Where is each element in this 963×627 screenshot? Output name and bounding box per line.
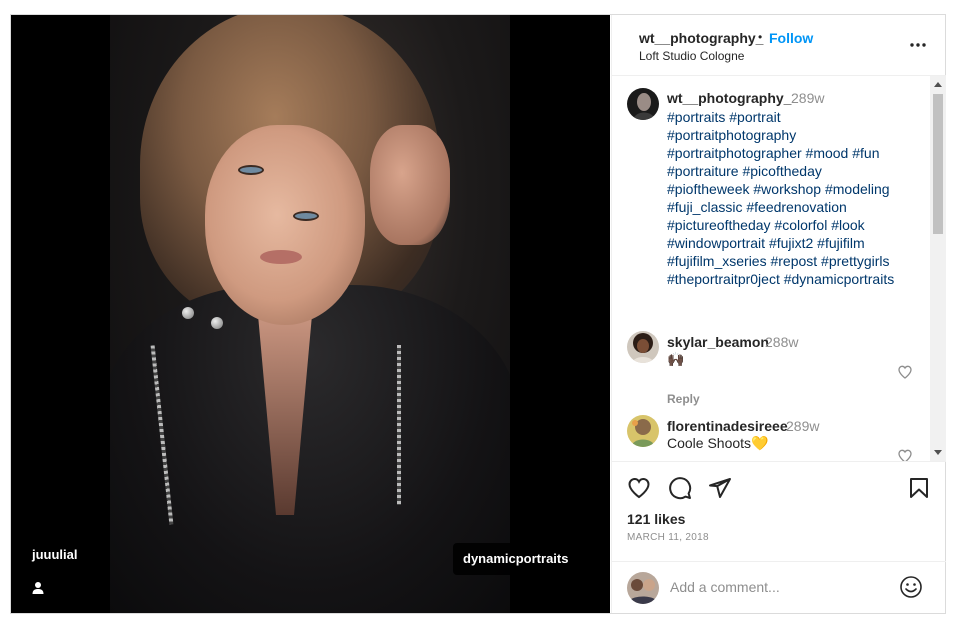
scrollbar-thumb[interactable] [933, 94, 943, 234]
post-modal: juuulial dynamicportraits wt__photograph… [10, 14, 946, 614]
tagged-user-icon[interactable] [31, 581, 45, 595]
share-send-icon[interactable] [708, 476, 732, 500]
hashtag-line[interactable]: #pictureoftheday #colorfol #look [667, 216, 917, 234]
separator-dot: • [758, 30, 763, 44]
hashtag-line[interactable]: #portraits #portrait [667, 108, 917, 126]
post-photo [110, 15, 510, 613]
hashtag-line[interactable]: #portraiture #picoftheday [667, 162, 917, 180]
hashtag-line[interactable]: #portraitphotography [667, 126, 917, 144]
add-comment-input[interactable] [670, 576, 890, 598]
post-media[interactable]: juuulial dynamicportraits [11, 15, 610, 613]
comment-text: 🙌🏿 [667, 351, 685, 367]
post-header: wt__photography_ • Follow Loft Studio Co… [612, 15, 946, 76]
post-date[interactable]: MARCH 11, 2018 [627, 532, 709, 543]
emoji-icon[interactable] [899, 575, 923, 599]
comment-time[interactable]: 289w [786, 418, 819, 434]
comments-list[interactable]: wt__photography_ 289w #portraits #portra… [612, 76, 946, 461]
comment-like-icon[interactable] [897, 364, 913, 380]
scroll-down-arrow-icon[interactable] [934, 450, 942, 455]
hashtag-line[interactable]: #fujifilm_xseries #repost #prettygirls [667, 252, 917, 270]
comment-username[interactable]: skylar_beamon [667, 334, 769, 350]
comment-username[interactable]: florentinadesireee [667, 418, 788, 434]
comment-text: Coole Shoots💛 [667, 435, 769, 451]
post-sidebar: wt__photography_ • Follow Loft Studio Co… [611, 15, 946, 613]
comment-time[interactable]: 288w [765, 334, 798, 350]
more-options-icon[interactable] [908, 35, 928, 55]
hashtag-line[interactable]: #portraitphotographer #mood #fun [667, 144, 917, 162]
user-tag-juuulial[interactable]: juuulial [32, 547, 78, 562]
current-user-avatar [627, 572, 659, 604]
comment-bubble-icon[interactable] [668, 476, 692, 500]
comments-scrollbar[interactable] [930, 76, 946, 461]
reply-button[interactable]: Reply [667, 392, 700, 406]
like-count[interactable]: 121 likes [627, 511, 685, 527]
hashtag-line[interactable]: #windowportrait #fujixt2 #fujifilm [667, 234, 917, 252]
follow-button[interactable]: Follow [769, 30, 813, 46]
user-tag-dynamicportraits[interactable]: dynamicportraits [453, 543, 579, 575]
commenter-avatar[interactable] [627, 415, 659, 447]
comment-like-icon[interactable] [897, 448, 913, 461]
post-location[interactable]: Loft Studio Cologne [639, 49, 744, 63]
caption-time[interactable]: 289w [791, 90, 824, 106]
hashtag-line[interactable]: #fuji_classic #feedrenovation [667, 198, 917, 216]
author-username[interactable]: wt__photography_ [639, 30, 763, 46]
hashtag-line[interactable]: #pioftheweek #workshop #modeling [667, 180, 917, 198]
caption-hashtags: #portraits #portrait #portraitphotograph… [667, 108, 917, 288]
post-actions: 121 likes MARCH 11, 2018 [612, 461, 946, 561]
author-avatar[interactable] [627, 88, 659, 120]
add-comment-bar [612, 561, 946, 613]
commenter-avatar[interactable] [627, 331, 659, 363]
hashtag-line[interactable]: #theportraitpr0ject #dynamicportraits [667, 270, 917, 288]
caption-username[interactable]: wt__photography_ [667, 90, 791, 106]
save-bookmark-icon[interactable] [907, 476, 931, 500]
scroll-up-arrow-icon[interactable] [934, 82, 942, 87]
like-heart-icon[interactable] [627, 476, 651, 500]
